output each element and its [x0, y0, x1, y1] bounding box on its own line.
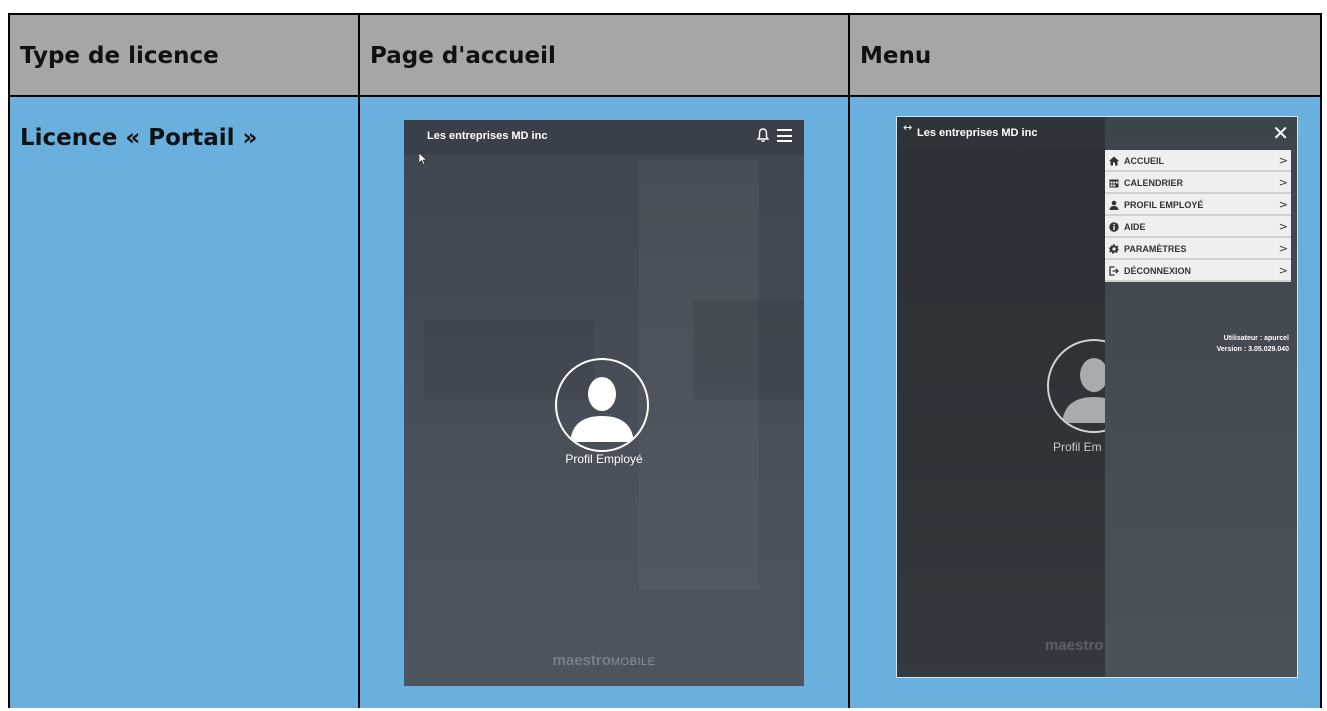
license-type-label: Licence « Portail »: [20, 125, 258, 151]
brand-main-text: maestro: [552, 652, 611, 669]
home-screen-screenshot: Les entreprises MD inc Profil Employé ma…: [404, 120, 804, 686]
menu-item-profil-employe[interactable]: PROFIL EMPLOYÉ >: [1105, 194, 1291, 216]
info-icon: [1109, 222, 1119, 232]
menu-item-parametres[interactable]: PARAMÈTRES >: [1105, 238, 1291, 260]
header-cell-home: Page d'accueil: [360, 15, 850, 95]
chevron-right-icon: >: [1278, 264, 1288, 277]
resize-arrows-icon: ↔: [903, 121, 913, 134]
header-type-label: Type de licence: [20, 43, 219, 69]
table-header-row: Type de licence Page d'accueil Menu: [10, 15, 1320, 97]
menu-item-label: DÉCONNEXION: [1124, 266, 1192, 276]
header-home-label: Page d'accueil: [370, 43, 556, 69]
calendar-icon: [1109, 179, 1119, 188]
menu-screen-screenshot: ↔ Les entreprises MD inc Profil Em maest…: [896, 116, 1298, 678]
table-body-row: Licence « Portail » Les entreprises MD i…: [10, 97, 1320, 708]
menu-screen-cell: ↔ Les entreprises MD inc Profil Em maest…: [850, 97, 1320, 708]
header-cell-type: Type de licence: [10, 15, 360, 95]
menu-item-aide[interactable]: AIDE >: [1105, 216, 1291, 238]
app-top-bar: Les entreprises MD inc: [404, 120, 804, 154]
gear-icon: [1109, 244, 1119, 254]
menu-item-label: CALENDRIER: [1124, 178, 1184, 188]
brand-logo: maestroMOBILE: [404, 652, 804, 669]
user-icon: [1109, 200, 1119, 210]
user-avatar-icon: [570, 377, 634, 442]
user-line: Utilisateur : apurcel: [1223, 335, 1289, 342]
home-icon: [1109, 156, 1119, 166]
menu-user-info: Utilisateur : apurcel Version : 3.05.029…: [1217, 333, 1289, 355]
menu-item-label: ACCUEIL: [1124, 156, 1164, 166]
version-line: Version : 3.05.029.040: [1216, 346, 1289, 353]
profile-label: Profil Employé: [565, 452, 643, 466]
menu-item-deconnexion[interactable]: DÉCONNEXION >: [1105, 260, 1291, 282]
chevron-right-icon: >: [1278, 220, 1288, 233]
chevron-right-icon: >: [1278, 242, 1288, 255]
header-menu-label: Menu: [860, 43, 932, 69]
mouse-cursor-icon: [419, 153, 427, 165]
chevron-right-icon: >: [1278, 154, 1288, 167]
close-icon[interactable]: ✕: [1272, 121, 1289, 145]
menu-item-label: PARAMÈTRES: [1124, 244, 1187, 254]
background-blur: [694, 300, 804, 400]
profile-label: Profil Em: [1053, 440, 1102, 454]
menu-item-accueil[interactable]: ACCUEIL >: [1105, 150, 1291, 172]
chevron-right-icon: >: [1278, 198, 1288, 211]
header-cell-menu: Menu: [850, 15, 1320, 95]
chevron-right-icon: >: [1278, 176, 1288, 189]
menu-list: ACCUEIL > CALENDRIER > PROFIL EMPLOYÉ >: [1105, 150, 1291, 282]
menu-item-label: PROFIL EMPLOYÉ: [1124, 200, 1204, 210]
side-menu-panel: ✕ ACCUEIL > CALENDRIER > PROFIL EMPLOYÉ …: [1105, 117, 1297, 677]
bell-icon[interactable]: [756, 127, 770, 143]
menu-item-label: AIDE: [1124, 222, 1146, 232]
company-name: Les entreprises MD inc: [917, 127, 1038, 139]
brand-sub-text: MOBILE: [610, 656, 656, 668]
logout-icon: [1109, 266, 1119, 276]
license-table: Type de licence Page d'accueil Menu Lice…: [8, 13, 1322, 708]
brand-logo: maestro: [1045, 637, 1104, 654]
employee-profile-button[interactable]: [555, 358, 649, 452]
home-screen-cell: Les entreprises MD inc Profil Employé ma…: [360, 97, 850, 708]
hamburger-menu-icon[interactable]: [777, 129, 792, 142]
company-name: Les entreprises MD inc: [427, 130, 548, 142]
license-type-cell: Licence « Portail »: [10, 97, 360, 708]
menu-item-calendrier[interactable]: CALENDRIER >: [1105, 172, 1291, 194]
